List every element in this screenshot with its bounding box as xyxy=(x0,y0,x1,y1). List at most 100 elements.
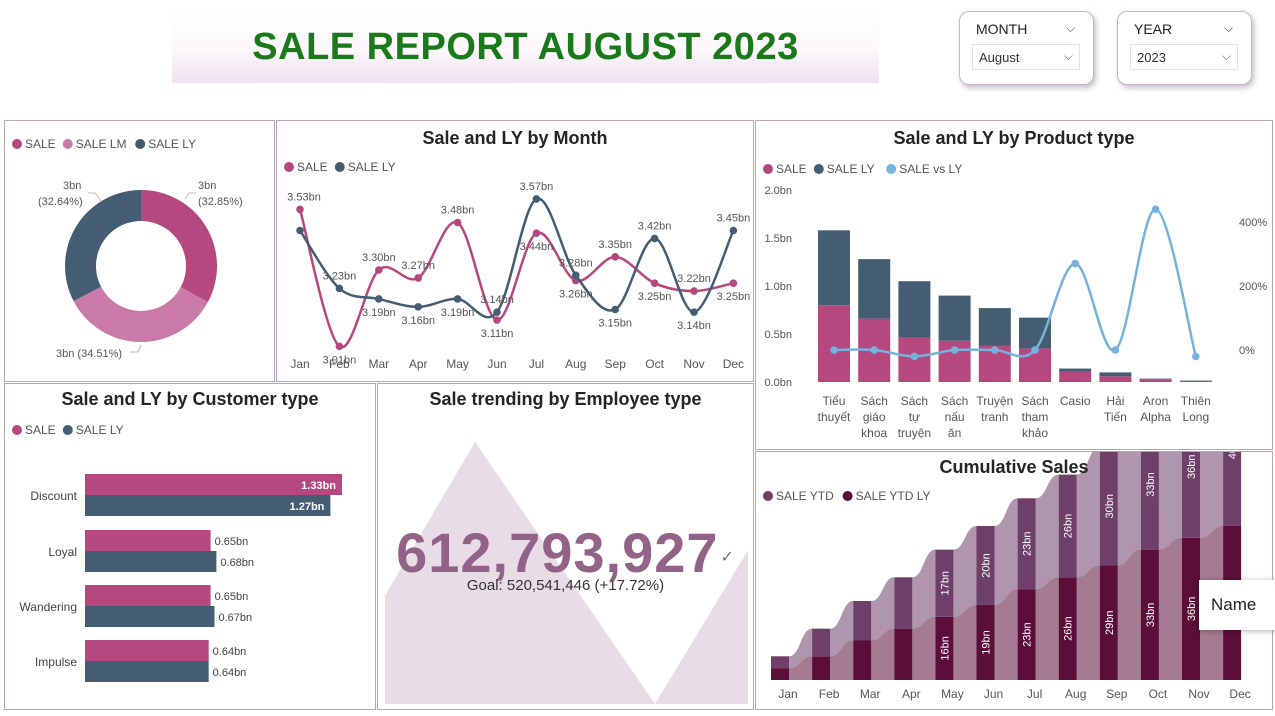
legend-marker-sale-lm xyxy=(63,139,73,149)
point-sale-ly-aug xyxy=(572,271,580,279)
bar-sale-ly-s-ch-gi-o-khoa xyxy=(858,259,890,319)
legend-marker-sale-vs-ly xyxy=(886,164,896,174)
point-sale-ly-oct xyxy=(651,235,659,243)
product-chart-title: Sale and LY by Product type xyxy=(756,128,1272,149)
point-sale-feb xyxy=(336,343,344,351)
bar-sale-ly-casio xyxy=(1059,369,1091,372)
monthly-line-chart: SALESALE LY 3.53bn3.01bn3.30bn3.27bn3.48… xyxy=(277,121,755,383)
data-label-sale-ly-dec: 3.45bn xyxy=(717,213,751,225)
legend-label-sale: SALE xyxy=(25,137,56,151)
donut-leader-sale-lm xyxy=(130,345,141,352)
cumulative-panel: Cumulative Sales SALE YTD SALE YTD LY 16b… xyxy=(755,451,1273,710)
chevron-down-icon[interactable]: ⌵ xyxy=(1224,21,1233,36)
kpi-value: 612,793,927✓ xyxy=(378,520,753,585)
point-sale-sep xyxy=(611,253,619,261)
x-tick-s-ch-n-u-n-2: ăn xyxy=(948,426,961,440)
column-ytd-ly-mar xyxy=(853,641,871,681)
column-ytd-jan xyxy=(771,656,789,668)
x-tick-s-ch-tham-kh-o-2: khảo xyxy=(1022,426,1048,440)
bar-sale-ly-s-ch-n-u-n xyxy=(939,296,971,341)
legend-marker-sale xyxy=(12,139,22,149)
y2-tick-400: 400% xyxy=(1239,217,1267,229)
donut-label-sale-ly: 3bn xyxy=(63,180,81,192)
legend-label-sale-ytd: SALE YTD xyxy=(776,489,834,503)
month-dropdown[interactable]: August ⌵ xyxy=(972,44,1080,70)
customer-panel: Sale and LY by Customer type SALESALE LY… xyxy=(4,383,376,710)
x-tick-thi-n-long-0: Thiên xyxy=(1181,394,1211,408)
point-sale-vs-ly-ti-u-thuy-t xyxy=(830,346,838,354)
point-sale-vs-ly-aron-alpha xyxy=(1152,205,1160,213)
year-dropdown-value: 2023 xyxy=(1137,50,1166,65)
data-label-sale-discount: 1.33bn xyxy=(301,480,336,492)
chevron-down-icon[interactable]: ⌵ xyxy=(1066,21,1075,36)
year-slicer-label: YEAR xyxy=(1134,21,1172,37)
y-tick-1-5bn: 1.5bn xyxy=(764,233,792,245)
data-label-ytd-ly-may: 16bn xyxy=(939,636,951,660)
x-tick-may: May xyxy=(941,687,964,701)
bar-sale-ly-loyal xyxy=(85,551,216,572)
ribbon-ytd-may xyxy=(953,526,976,617)
bar-sale-wandering xyxy=(85,585,211,606)
data-label-sale-ly-apr: 3.16bn xyxy=(401,315,435,327)
x-tick-aug: Aug xyxy=(565,357,586,371)
x-tick-ti-u-thuy-t-1: thuyết xyxy=(818,410,851,424)
category-label-loyal: Loyal xyxy=(48,545,77,559)
point-sale-ly-jun xyxy=(493,308,501,316)
point-sale-jun xyxy=(493,316,501,324)
bar-sale-ly-wandering xyxy=(85,606,214,627)
bar-sale-ly-impulse xyxy=(85,661,209,682)
x-tick-mar: Mar xyxy=(368,357,389,371)
point-sale-vs-ly-h-i-ti-n xyxy=(1112,346,1120,354)
ribbon-ytd-ly-jul xyxy=(1036,577,1059,680)
point-sale-ly-mar xyxy=(375,295,383,303)
x-tick-s-ch-gi-o-khoa-1: giáo xyxy=(863,410,886,424)
product-combo-chart: SALESALE LYSALE vs LY 2.0bn1.5bn1.0bn0.5… xyxy=(756,121,1274,451)
donut-chart: SALESALE LMSALE LY 3bn(32.85%)3bn (34.51… xyxy=(5,121,276,383)
data-label-sale-ly-wandering: 0.67bn xyxy=(218,612,252,624)
data-label-sale-sep: 3.35bn xyxy=(598,239,632,251)
data-label-sale-ly-feb: 3.23bn xyxy=(323,270,357,282)
point-sale-ly-nov xyxy=(690,308,698,316)
report-title: SALE REPORT AUGUST 2023 xyxy=(252,26,798,69)
x-tick-s-ch-gi-o-khoa-2: khoa xyxy=(861,426,887,440)
x-tick-jan: Jan xyxy=(290,357,309,371)
legend-label-sale: SALE xyxy=(776,162,807,176)
data-label-sale-ly-sep: 3.15bn xyxy=(598,318,632,330)
bar-sale-ly-s-ch-tham-kh-o xyxy=(1019,318,1051,349)
column-ytd-apr xyxy=(894,577,912,628)
x-tick-sep: Sep xyxy=(605,357,627,371)
data-label-sale-impulse: 0.64bn xyxy=(213,646,247,658)
legend-label-sale-ly: SALE LY xyxy=(76,423,124,437)
data-label-sale-ly-loyal: 0.68bn xyxy=(220,557,254,569)
x-tick-nov: Nov xyxy=(1188,687,1209,701)
bar-sale-ly-ti-u-thuy-t xyxy=(818,230,850,305)
data-label-ytd-ly-jul: 23bn xyxy=(1022,622,1034,646)
x-tick-oct: Oct xyxy=(1149,687,1168,701)
data-label-sale-jun: 3.11bn xyxy=(481,328,514,340)
cumulative-chart-title: Cumulative Sales xyxy=(756,457,1272,478)
data-label-ytd-ly-oct: 33bn xyxy=(1145,603,1157,627)
bar-sale-ly-s-ch-t-truy-n xyxy=(898,281,930,338)
bar-sale-thi-n-long xyxy=(1180,381,1212,382)
data-label-ytd-ly-nov: 36bn xyxy=(1186,597,1198,621)
year-slicer[interactable]: YEAR ⌵ 2023 ⌵ xyxy=(1117,11,1252,85)
donut-panel: SALESALE LMSALE LY 3bn(32.85%)3bn (34.51… xyxy=(4,120,275,382)
donut-pct-sale-ly: (32.64%) xyxy=(38,196,83,208)
month-slicer[interactable]: MONTH ⌵ August ⌵ xyxy=(959,11,1094,85)
legend-label-sale-ly: SALE LY xyxy=(148,137,196,151)
donut-leader-sale xyxy=(185,193,196,199)
y-tick-1-0bn: 1.0bn xyxy=(764,281,792,293)
x-tick-jan: Jan xyxy=(778,687,797,701)
data-label-ytd-ly-sep: 29bn xyxy=(1104,610,1116,634)
y2-tick-200: 200% xyxy=(1239,281,1267,293)
data-label-ytd-aug: 26bn xyxy=(1063,514,1075,538)
month-dropdown-value: August xyxy=(979,50,1019,65)
legend-marker-sale-ly xyxy=(135,139,145,149)
legend-label-sale-ytd-ly: SALE YTD LY xyxy=(856,489,931,503)
bar-sale-casio xyxy=(1059,371,1091,382)
bar-sale-h-i-ti-n xyxy=(1099,376,1131,382)
point-sale-ly-jul xyxy=(533,195,541,203)
x-tick-apr: Apr xyxy=(902,687,921,701)
chevron-down-icon: ⌵ xyxy=(1222,49,1231,64)
year-dropdown[interactable]: 2023 ⌵ xyxy=(1130,44,1238,70)
